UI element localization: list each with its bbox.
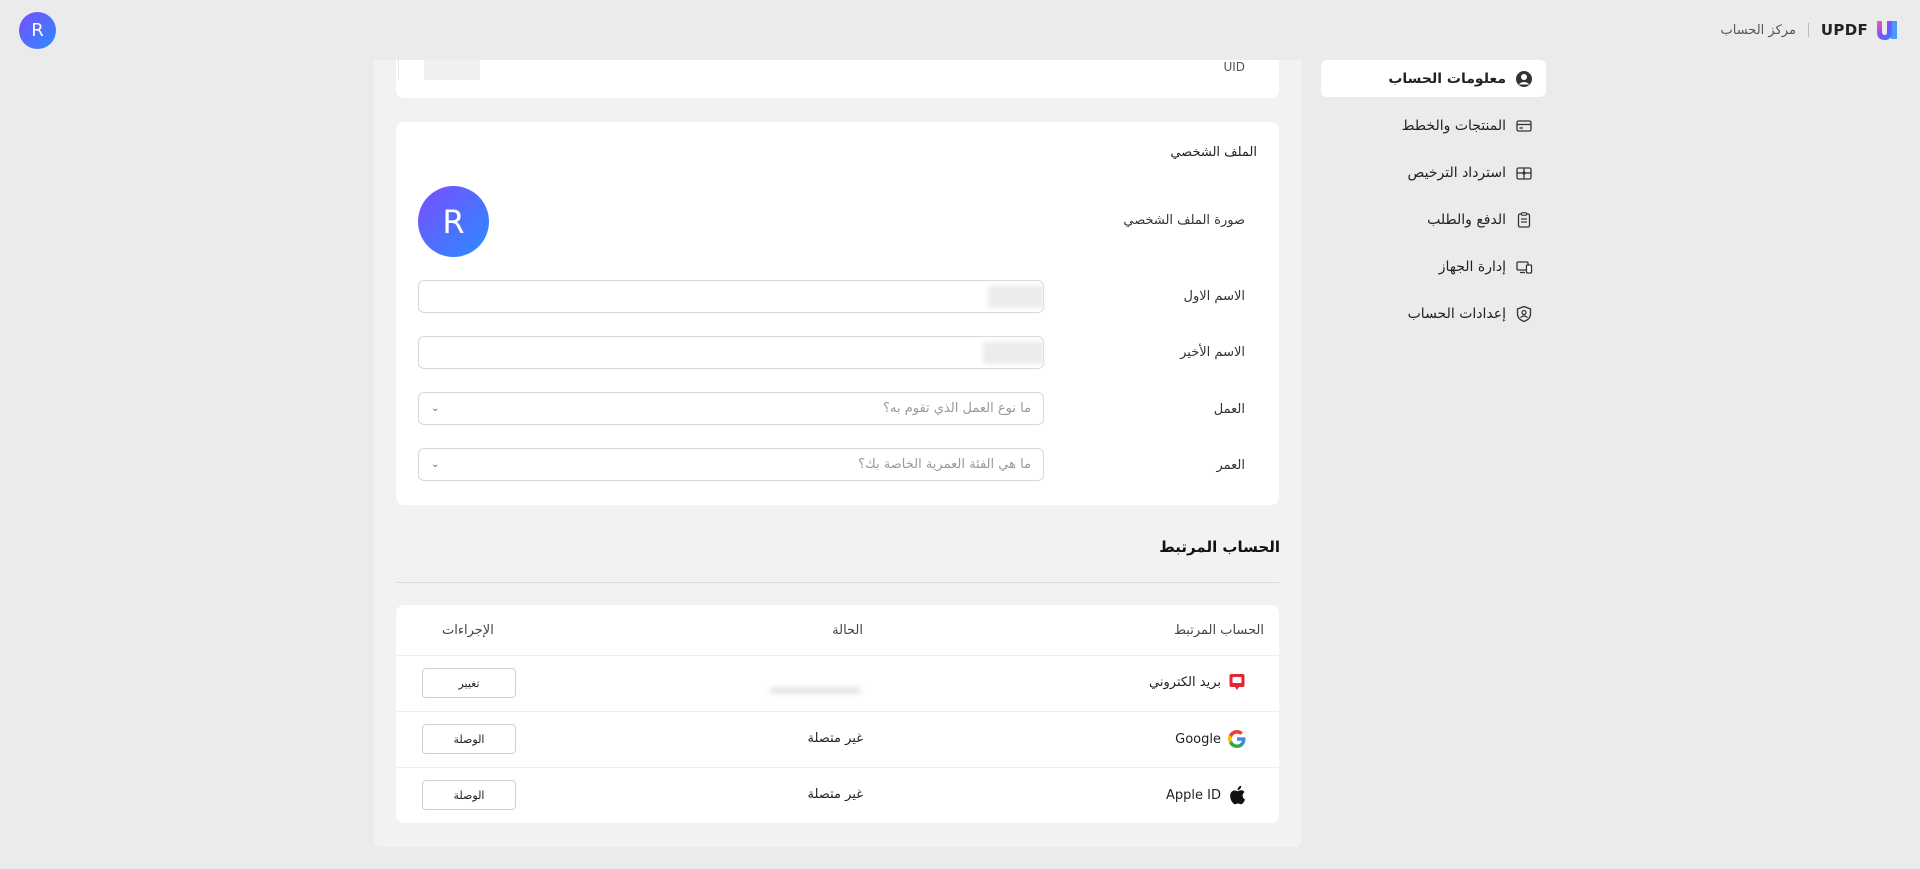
row-divider (396, 767, 1279, 768)
sidebar-item-label: الدفع والطلب (1427, 211, 1506, 228)
main-panel: UID الملف الشخصي صورة الملف الشخصي R الا… (374, 60, 1302, 847)
google-status: غير متصلة (807, 731, 863, 746)
age-placeholder: ما هي الفئة العمرية الخاصة بك؟ (858, 457, 1031, 472)
last-name-field[interactable] (418, 336, 1044, 369)
connect-apple-button[interactable]: الوصلة (422, 780, 516, 810)
first-name-field[interactable] (418, 280, 1044, 313)
shield-user-icon (1514, 304, 1534, 324)
profile-card: الملف الشخصي صورة الملف الشخصي R الاسم ا… (396, 122, 1279, 505)
sidebar-item-device-management[interactable]: إدارة الجهاز (1321, 248, 1546, 285)
account-center-label: مركز الحساب (1720, 22, 1796, 38)
sidebar-item-account-settings[interactable]: إعدادات الحساب (1321, 295, 1546, 332)
job-label: العمل (1213, 402, 1245, 417)
clipboard-icon (1514, 210, 1534, 230)
user-avatar[interactable]: R (19, 12, 56, 49)
section-divider (396, 582, 1279, 583)
sidebar-item-license-redeem[interactable]: استرداد الترخيص (1321, 154, 1546, 191)
job-select[interactable]: ما نوع العمل الذي تقوم به؟ ⌄ (418, 392, 1044, 425)
chevron-down-icon: ⌄ (431, 459, 440, 470)
sidebar-item-label: استرداد الترخيص (1407, 164, 1506, 181)
sidebar: معلومات الحساب المنتجات والخطط استرداد ا… (1321, 60, 1546, 342)
email-icon (1227, 672, 1247, 692)
sidebar-item-label: إدارة الجهاز (1438, 258, 1506, 275)
uid-divider (398, 60, 399, 80)
profile-picture-label: صورة الملف الشخصي (1123, 213, 1245, 228)
account-name: بريد الكتروني (1149, 674, 1221, 690)
first-name-label: الاسم الاول (1183, 289, 1245, 304)
google-icon (1227, 729, 1247, 749)
uid-value-redacted (424, 60, 480, 80)
table-row-apple: Apple ID (1166, 785, 1247, 805)
gift-icon (1514, 163, 1534, 183)
account-name: Apple ID (1166, 787, 1221, 803)
brand-name: UPDF (1820, 21, 1868, 39)
profile-title: الملف الشخصي (1170, 145, 1257, 160)
column-header-account: الحساب المرتبط (1173, 623, 1264, 638)
apple-icon (1227, 785, 1247, 805)
email-status-redacted (770, 688, 860, 693)
job-placeholder: ما نوع العمل الذي تقوم به؟ (883, 401, 1031, 416)
age-label: العمر (1216, 458, 1245, 473)
sidebar-item-products-plans[interactable]: المنتجات والخطط (1321, 107, 1546, 144)
sidebar-item-payment-orders[interactable]: الدفع والطلب (1321, 201, 1546, 238)
linked-accounts-table: الحساب المرتبط الحالة الإجراءات بريد الك… (396, 605, 1279, 823)
column-header-status: الحالة (832, 623, 863, 638)
account-name: Google (1175, 731, 1221, 747)
first-name-value-redacted (988, 286, 1043, 308)
uid-label: UID (1223, 60, 1245, 74)
row-divider (396, 655, 1279, 656)
column-header-actions: الإجراءات (442, 623, 494, 638)
brand-header: مركز الحساب UPDF (1721, 17, 1900, 43)
user-circle-icon (1514, 69, 1534, 89)
sidebar-item-account-info[interactable]: معلومات الحساب (1321, 60, 1546, 97)
sidebar-item-label: المنتجات والخطط (1401, 117, 1506, 134)
updf-logo-icon (1877, 21, 1897, 40)
table-row-email: بريد الكتروني (1149, 672, 1247, 692)
card-icon (1514, 116, 1534, 136)
last-name-label: الاسم الأخير (1180, 345, 1245, 360)
sidebar-item-label: معلومات الحساب (1388, 70, 1506, 87)
change-email-button[interactable]: تغيير (422, 668, 516, 698)
brand-separator (1807, 23, 1809, 37)
table-row-google: Google (1175, 729, 1247, 749)
uid-card: UID (396, 60, 1279, 98)
sidebar-item-label: إعدادات الحساب (1407, 305, 1506, 322)
last-name-value-redacted (983, 342, 1043, 364)
apple-status: غير متصلة (807, 787, 863, 802)
devices-icon (1514, 257, 1534, 277)
linked-accounts-title: الحساب المرتبط (1159, 538, 1280, 556)
connect-google-button[interactable]: الوصلة (422, 724, 516, 754)
age-select[interactable]: ما هي الفئة العمرية الخاصة بك؟ ⌄ (418, 448, 1044, 481)
profile-avatar[interactable]: R (418, 186, 489, 257)
chevron-down-icon: ⌄ (431, 403, 440, 414)
row-divider (396, 711, 1279, 712)
